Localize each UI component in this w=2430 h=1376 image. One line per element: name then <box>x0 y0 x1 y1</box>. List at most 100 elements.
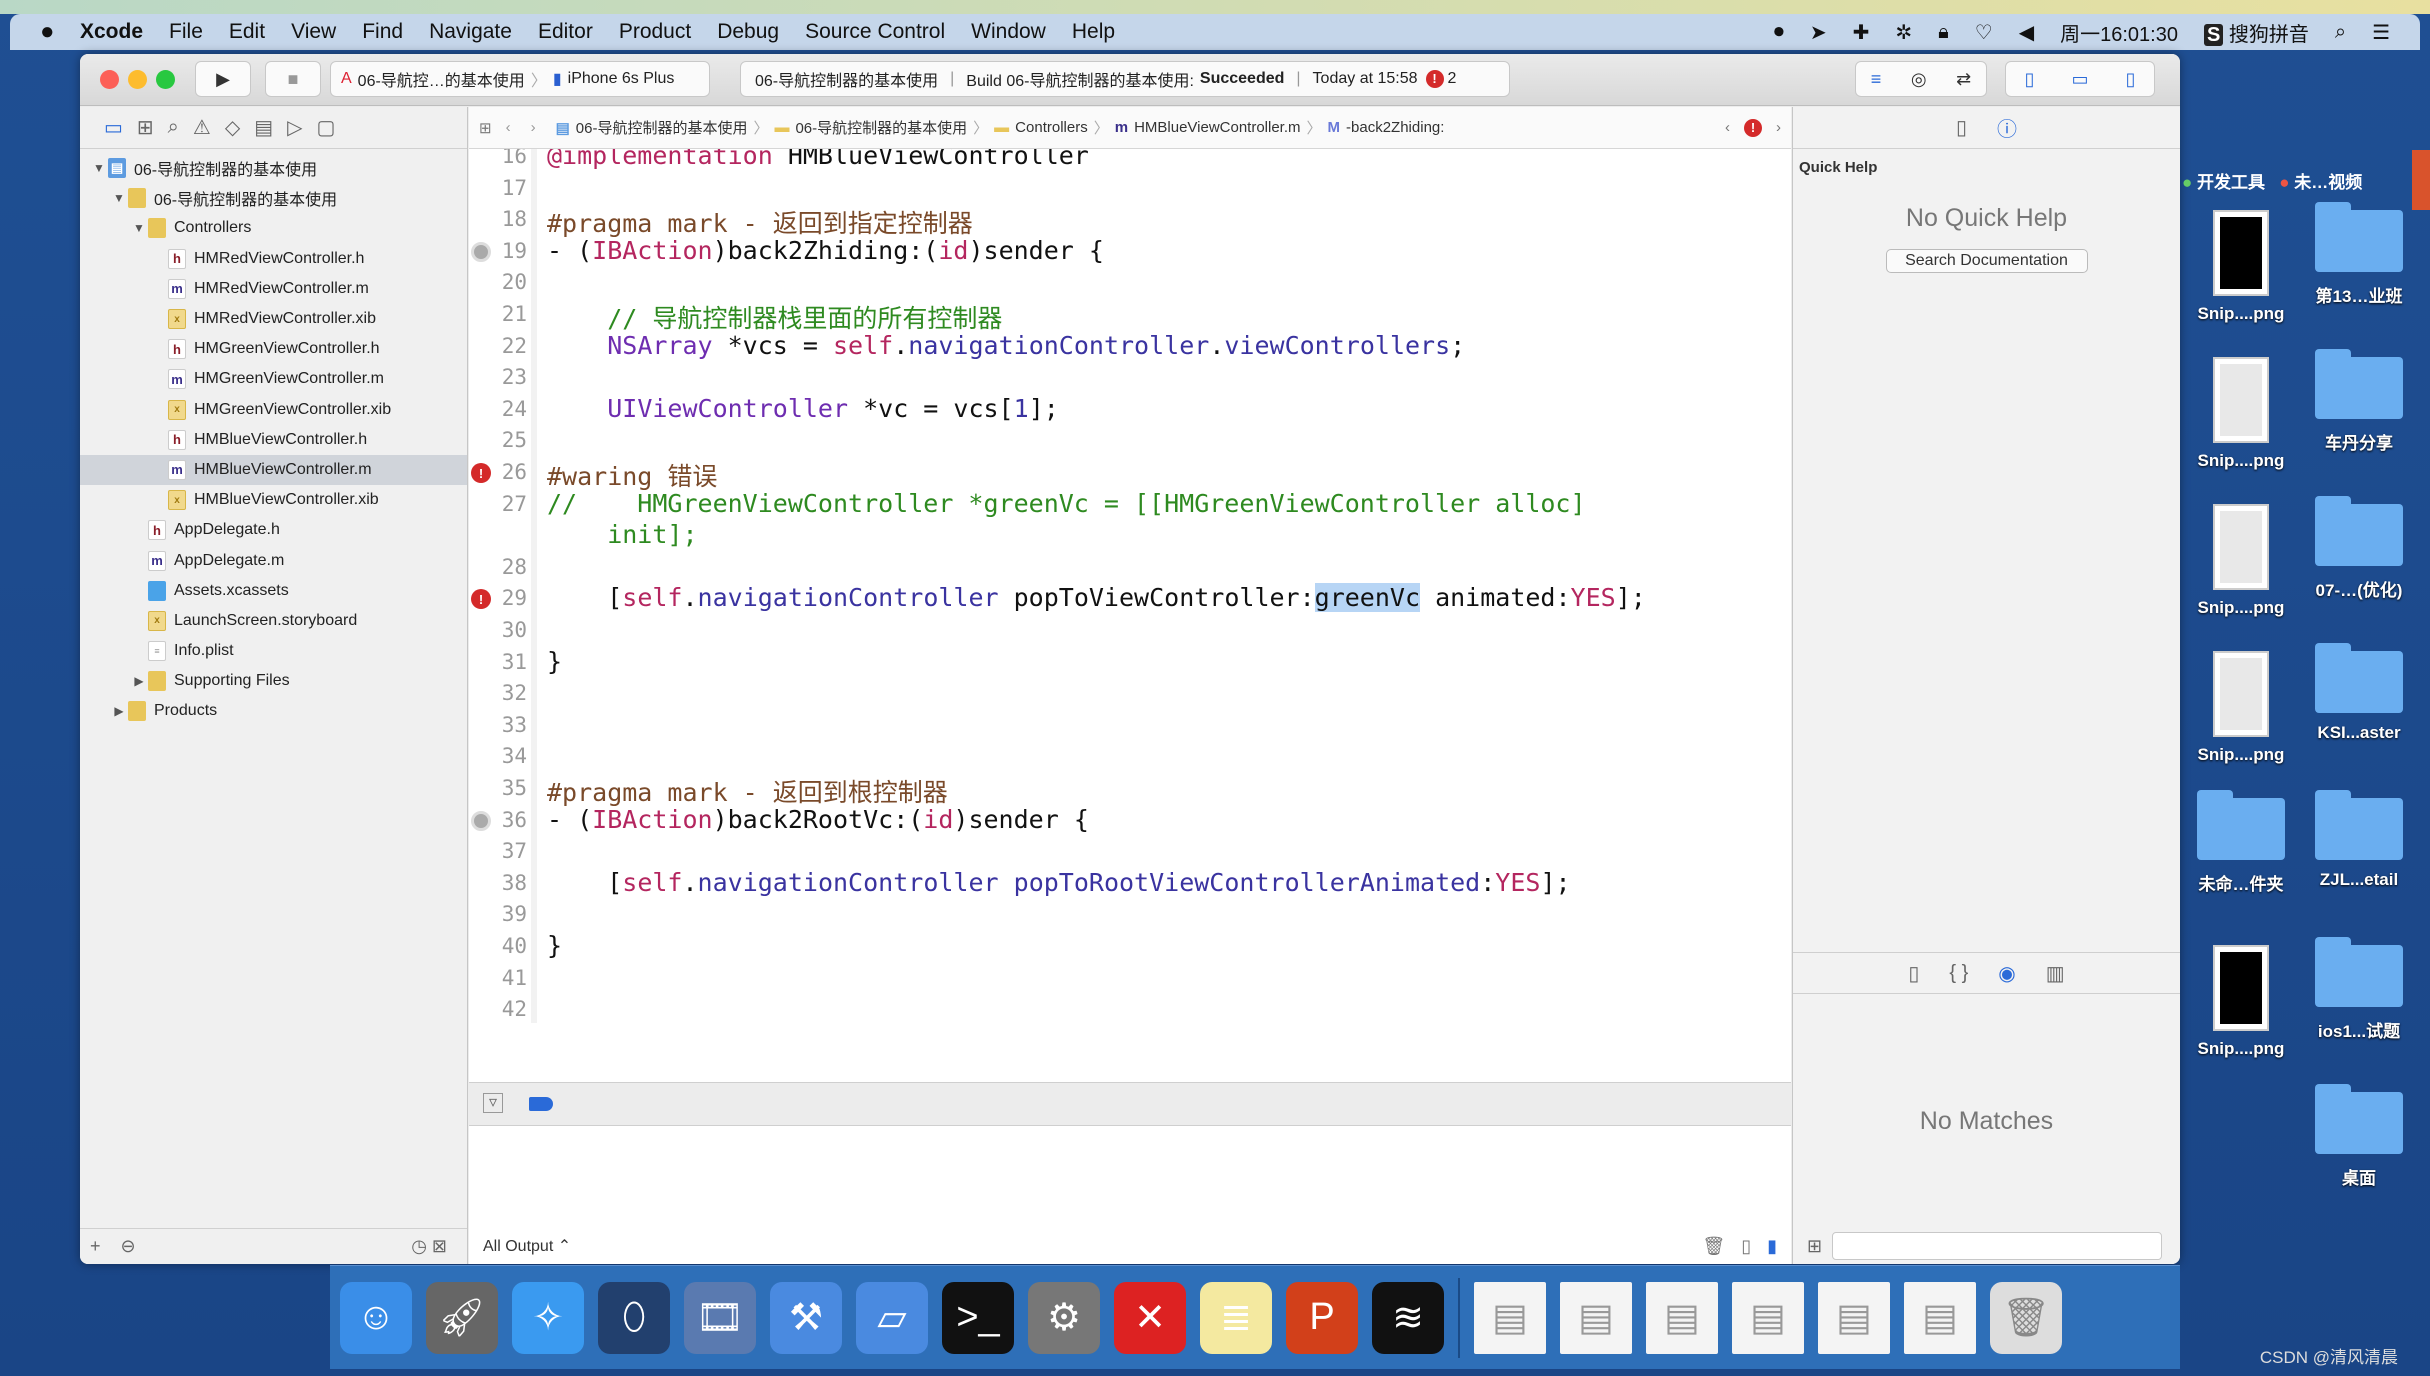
breakpoint-navigator-tab-icon[interactable]: ▷ <box>287 115 302 140</box>
document-thumbnail-icon[interactable]: ▤ <box>1904 1281 1976 1354</box>
issue-navigator-tab-icon[interactable]: ⚠ <box>193 115 211 140</box>
report-navigator-tab-icon[interactable]: ▢ <box>317 115 336 140</box>
disclosure-open-icon[interactable]: ▼ <box>110 191 128 205</box>
scheme-selector[interactable]: A 06-导航控…的基本使用 〉 ▮ iPhone 6s Plus <box>330 61 710 97</box>
file-tree-item[interactable]: Assets.xcassets <box>80 576 467 606</box>
breakpoint-connection-icon[interactable] <box>471 241 491 262</box>
menu-edit[interactable]: Edit <box>229 20 265 44</box>
photo-slideshow-icon[interactable]: 🎞︎ <box>684 1281 756 1354</box>
desktop-item[interactable]: 未命…件夹 <box>2182 790 2300 895</box>
next-issue-icon[interactable]: › <box>1776 119 1781 136</box>
assistant-editor-icon[interactable]: ◎ <box>1911 69 1927 90</box>
tool-icon[interactable]: ✚ <box>1853 20 1870 45</box>
file-tree-item[interactable]: h HMRedViewController.h <box>80 244 467 274</box>
file-tree-item[interactable]: h AppDelegate.h <box>80 515 467 545</box>
safari-icon[interactable]: ✧ <box>512 1281 584 1354</box>
desktop-item[interactable]: 07-…(优化) <box>2300 496 2418 601</box>
clock[interactable]: 周一16:01:30 <box>2060 18 2178 47</box>
desktop-item[interactable]: ios1...试题 <box>2300 937 2418 1042</box>
run-button[interactable]: ▶ <box>195 61 251 97</box>
tag-label[interactable]: 开发工具 <box>2197 173 2265 192</box>
breadcrumb-item[interactable]: HMBlueViewController.m <box>1134 119 1300 136</box>
desktop-item[interactable]: 车丹分享 <box>2300 349 2418 454</box>
file-tree-item[interactable]: ▶ Products <box>80 696 467 726</box>
code-line[interactable]: #waring 错误 <box>547 457 717 493</box>
code-line[interactable]: #pragma mark - 返回到指定控制器 <box>547 204 973 240</box>
console-area[interactable]: All Output ⌃ 🗑︎ ▯ ▮ <box>469 1127 1791 1264</box>
document-thumbnail-icon[interactable]: ▤ <box>1732 1281 1804 1354</box>
console-icon[interactable]: ≋ <box>1372 1281 1444 1354</box>
desktop-item[interactable]: Snip....png <box>2182 945 2300 1059</box>
code-line[interactable]: UIViewController *vc = vcs[1]; <box>547 394 1059 423</box>
wifi-icon[interactable]: ♡ <box>1975 20 1993 45</box>
notes-icon[interactable]: ≣ <box>1200 1281 1272 1354</box>
menu-navigate[interactable]: Navigate <box>429 20 512 44</box>
minimize-button[interactable] <box>128 70 147 89</box>
breadcrumb-item[interactable]: 06-导航控制器的基本使用 <box>576 117 748 138</box>
code-line[interactable]: - (IBAction)back2Zhiding:(id)sender { <box>547 236 1104 265</box>
document-thumbnail-icon[interactable]: ▤ <box>1818 1281 1890 1354</box>
filter-icon[interactable]: ⊖ <box>121 1236 136 1257</box>
file-tree-item[interactable]: ▼ 06-导航控制器的基本使用 <box>80 183 467 213</box>
file-tree-item[interactable]: x LaunchScreen.storyboard <box>80 606 467 636</box>
code-line[interactable]: } <box>547 647 562 676</box>
code-line[interactable]: init]; <box>547 520 697 549</box>
error-marker-icon[interactable]: ! <box>471 463 491 483</box>
menu-editor[interactable]: Editor <box>538 20 593 44</box>
file-tree-item[interactable]: m HMGreenViewController.m <box>80 364 467 394</box>
library-filter-input[interactable] <box>1832 1232 2163 1260</box>
powerpoint-icon[interactable]: P <box>1286 1281 1358 1354</box>
menu-xcode[interactable]: Xcode <box>80 20 143 44</box>
mouse-icon[interactable]: ⬯ <box>598 1281 670 1354</box>
menu-source-control[interactable]: Source Control <box>805 20 945 44</box>
code-line[interactable]: - (IBAction)back2RootVc:(id)sender { <box>547 805 1089 834</box>
document-thumbnail-icon[interactable]: ▤ <box>1646 1281 1718 1354</box>
file-tree-item[interactable]: x HMBlueViewController.xib <box>80 485 467 515</box>
project-navigator-tab-icon[interactable]: ▭ <box>104 115 123 140</box>
search-documentation-button[interactable]: Search Documentation <box>1885 249 2088 273</box>
stop-button[interactable]: ■ <box>265 61 321 97</box>
quick-help-icon[interactable]: ⓘ <box>1997 113 2017 142</box>
desktop-item[interactable]: 桌面 <box>2300 1084 2418 1189</box>
notification-center-icon[interactable]: ☰ <box>2372 20 2390 45</box>
xcode-icon[interactable]: ⚒ <box>770 1281 842 1354</box>
code-line[interactable]: NSArray *vcs = self.navigationController… <box>547 331 1465 360</box>
recent-files-icon[interactable]: ◷ ⊠ <box>411 1236 447 1257</box>
apple-icon[interactable]: ● <box>40 18 80 46</box>
file-tree-item[interactable]: m HMRedViewController.m <box>80 274 467 304</box>
lock-icon[interactable]: 🔒︎ <box>1938 21 1949 44</box>
spotlight-icon[interactable]: ⌕ <box>2335 21 2346 44</box>
find-navigator-tab-icon[interactable]: ⌕ <box>168 116 179 139</box>
output-filter-select[interactable]: All Output ⌃ <box>483 1236 571 1256</box>
desktop-item[interactable]: KSI...aster <box>2300 643 2418 743</box>
simulator-icon[interactable]: ▱ <box>856 1281 928 1354</box>
code-line[interactable]: [self.navigationController popToRootView… <box>547 868 1570 897</box>
menu-file[interactable]: File <box>169 20 203 44</box>
code-view[interactable]: ➤ 16@implementation HMBlueViewController… <box>469 149 1791 1023</box>
screen-record-icon[interactable]: ⏺ <box>1774 21 1784 44</box>
code-line[interactable]: // HMGreenViewController *greenVc = [[HM… <box>547 489 1586 518</box>
menu-view[interactable]: View <box>291 20 336 44</box>
file-tree-item[interactable]: ▶ Supporting Files <box>80 666 467 696</box>
desktop-item[interactable]: Snip....png <box>2182 504 2300 618</box>
breadcrumb-item[interactable]: Controllers <box>1015 119 1088 136</box>
standard-editor-icon[interactable]: ≡ <box>1871 69 1882 90</box>
file-tree-item[interactable]: x HMRedViewController.xib <box>80 304 467 334</box>
file-tree-item[interactable]: ▼ Controllers <box>80 213 467 243</box>
system-preferences-icon[interactable]: ⚙ <box>1028 1281 1100 1354</box>
hide-debug-area-icon[interactable]: ▿ <box>483 1093 503 1113</box>
related-items-icon[interactable]: ⊞ <box>479 119 492 137</box>
grid-view-icon[interactable]: ⊞ <box>1807 1236 1822 1257</box>
menu-find[interactable]: Find <box>362 20 403 44</box>
file-tree-item[interactable]: ▼ ▤ 06-导航控制器的基本使用 <box>80 153 467 183</box>
disclosure-closed-icon[interactable]: ▶ <box>110 704 128 718</box>
code-snippet-library-icon[interactable]: { } <box>1949 962 1968 985</box>
file-tree-item[interactable]: h HMBlueViewController.h <box>80 425 467 455</box>
variables-view-toggle-icon[interactable]: ▯ <box>1741 1236 1751 1257</box>
test-navigator-tab-icon[interactable]: ◇ <box>225 115 240 140</box>
breadcrumb-item[interactable]: 06-导航控制器的基本使用 <box>795 117 967 138</box>
input-method[interactable]: S 搜狗拼音 <box>2203 18 2309 47</box>
console-view-toggle-icon[interactable]: ▮ <box>1767 1236 1777 1257</box>
file-tree-item[interactable]: ≡ Info.plist <box>80 636 467 666</box>
launchpad-icon[interactable]: 🚀︎ <box>426 1281 498 1354</box>
